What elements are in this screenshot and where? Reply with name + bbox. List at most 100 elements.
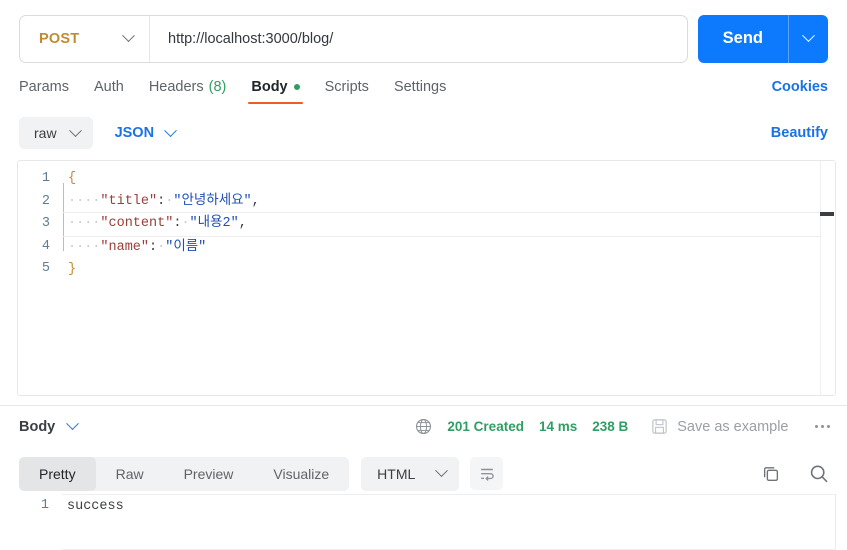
send-group: Send: [697, 14, 828, 63]
response-section-selector[interactable]: Body: [19, 417, 80, 435]
json-key: "title": [100, 193, 158, 209]
search-response-button[interactable]: [808, 463, 830, 485]
editor-code-area[interactable]: { ····"title":·"안녕하세요", ····"content":·"…: [63, 161, 835, 395]
body-toolbar: raw JSON Beautify: [0, 104, 847, 152]
chevron-down-icon: [164, 123, 177, 137]
code-line-4: ····"name":·"이름": [63, 237, 835, 260]
request-tabs: Params Auth Headers (8) Body Scripts Set…: [0, 66, 847, 105]
chevron-down-icon: [802, 29, 815, 43]
tab-label: Scripts: [324, 79, 369, 95]
response-status-code: 201 Created: [447, 419, 524, 434]
search-icon: [810, 464, 828, 482]
word-wrap-toggle[interactable]: [470, 457, 504, 490]
response-line-numbers: 1: [17, 494, 62, 550]
send-button[interactable]: Send: [698, 15, 788, 63]
body-type-selector[interactable]: raw: [19, 117, 93, 149]
cookies-link[interactable]: Cookies: [772, 79, 828, 104]
tab-body[interactable]: Body: [248, 79, 303, 105]
send-options-button[interactable]: [788, 14, 828, 63]
copy-response-button[interactable]: [761, 464, 781, 484]
kebab-dot: [820, 424, 824, 429]
beautify-button[interactable]: Beautify: [771, 125, 828, 141]
body-format-selector[interactable]: JSON: [114, 123, 177, 141]
json-value: "이름": [165, 239, 207, 255]
response-actions: [761, 463, 830, 485]
response-tab-preview[interactable]: Preview: [164, 457, 254, 491]
json-value: "내용2": [189, 216, 239, 231]
tab-label: Headers: [148, 79, 204, 95]
request-body-editor[interactable]: 1 2 3 4 5 { ····"title":·"안녕하세요", ····"c…: [17, 160, 836, 396]
tab-auth[interactable]: Auth: [94, 79, 124, 104]
chevron-down-icon: [122, 29, 135, 43]
json-colon: :: [149, 239, 158, 255]
code-line-3: ····"content":·"내용2",: [63, 212, 835, 237]
response-language-label: HTML: [377, 465, 416, 482]
save-as-example-label: Save as example: [677, 418, 789, 435]
chevron-down-icon: [66, 417, 80, 431]
response-more-options-button[interactable]: [814, 424, 830, 429]
response-size: 238 B: [592, 419, 629, 434]
url-group: POST: [19, 14, 688, 63]
response-time: 14 ms: [538, 419, 578, 434]
json-value: "안녕하세요": [173, 193, 252, 209]
tab-label: Settings: [393, 79, 447, 95]
response-ruler-line: [835, 494, 836, 550]
tab-settings[interactable]: Settings: [394, 79, 446, 104]
response-line-1: success: [67, 499, 124, 514]
kebab-dot: [826, 424, 830, 429]
kebab-dot: [814, 424, 818, 429]
tab-label: Auth: [93, 79, 124, 95]
tab-params[interactable]: Params: [19, 79, 69, 104]
response-meta: 201 Created 14 ms 238 B Save as example: [415, 418, 830, 435]
request-bar: POST Send: [0, 0, 847, 66]
http-method-selector[interactable]: POST: [20, 15, 150, 62]
line-number: 4: [41, 238, 50, 254]
http-method-label: POST: [39, 30, 80, 47]
code-line-5: }: [63, 259, 835, 282]
line-number: 2: [41, 193, 50, 209]
save-disk-icon: [652, 419, 667, 434]
response-tab-pretty[interactable]: Pretty: [19, 456, 96, 491]
copy-icon: [763, 466, 779, 481]
body-format-label: JSON: [114, 125, 155, 141]
editor-scrollbar[interactable]: [820, 161, 835, 395]
whitespace-dots: ····: [68, 193, 101, 209]
tab-label: Body: [251, 79, 288, 95]
tab-label: Params: [19, 79, 69, 95]
json-comma: ,: [251, 193, 260, 209]
json-comma: ,: [238, 216, 247, 231]
response-status-bar: Body 201 Created 14 ms 238 B Save as exa…: [0, 405, 847, 447]
response-view-toolbar: Pretty Raw Preview Visualize HTML: [0, 447, 847, 493]
chevron-down-icon: [68, 123, 82, 137]
json-close-brace: }: [68, 262, 77, 277]
response-view-tabs: Pretty Raw Preview Visualize: [19, 456, 350, 491]
url-input[interactable]: [150, 15, 687, 62]
tab-headers[interactable]: Headers (8): [149, 79, 227, 104]
globe-icon: [416, 418, 432, 435]
editor-scrollbar-thumb[interactable]: [820, 212, 834, 216]
response-tab-visualize[interactable]: Visualize: [253, 457, 349, 491]
line-number: 5: [41, 261, 50, 276]
word-wrap-icon: [480, 468, 494, 481]
body-modified-dot-icon: [293, 84, 300, 90]
json-open-brace: {: [68, 171, 77, 186]
whitespace-dot: ·: [181, 216, 190, 231]
save-as-example-button[interactable]: Save as example: [651, 418, 789, 435]
response-tab-raw[interactable]: Raw: [96, 457, 164, 491]
code-line-1: {: [63, 168, 835, 191]
response-code-area[interactable]: success: [62, 494, 836, 550]
tab-count: (8): [208, 79, 227, 95]
response-language-selector[interactable]: HTML: [361, 456, 460, 491]
editor-line-numbers: 1 2 3 4 5: [18, 161, 63, 395]
whitespace-dots: ····: [68, 216, 101, 231]
chevron-down-icon: [435, 464, 449, 478]
response-body-viewer[interactable]: 1 success: [17, 494, 836, 550]
json-key: "content": [100, 216, 174, 231]
line-number: 1: [41, 171, 50, 186]
line-number: 3: [41, 216, 50, 231]
whitespace-dots: ····: [68, 239, 101, 255]
json-key: "name": [100, 239, 150, 255]
tab-scripts[interactable]: Scripts: [325, 79, 369, 104]
body-type-label: raw: [34, 125, 57, 141]
line-number: 1: [40, 498, 49, 513]
